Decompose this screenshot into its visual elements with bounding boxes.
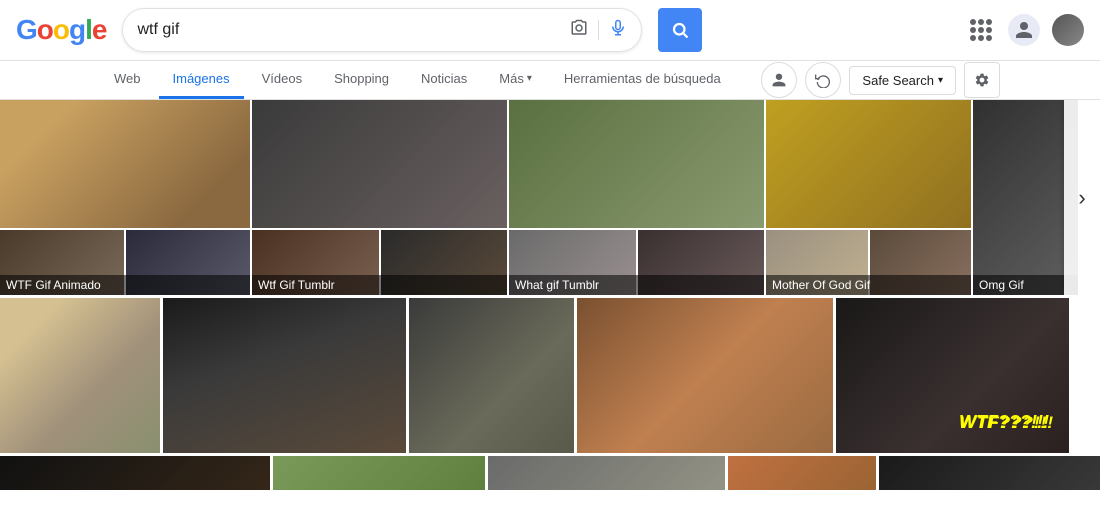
image-row-2: WTF???!!! bbox=[0, 295, 1100, 453]
chevron-right-icon: › bbox=[1078, 185, 1085, 211]
image-cell-wahlberg[interactable] bbox=[488, 456, 725, 490]
image-group-omg[interactable]: Omg Gif bbox=[973, 100, 1078, 295]
image-cell-wtf-text[interactable]: WTF???!!! bbox=[836, 298, 1069, 453]
group-label-wtf-tumblr: Wtf Gif Tumblr bbox=[252, 275, 507, 295]
group-label-wtf-animated: WTF Gif Animado bbox=[0, 275, 250, 295]
person-filter-button[interactable] bbox=[761, 62, 797, 98]
search-button-icon bbox=[671, 21, 689, 39]
camera-icon[interactable] bbox=[570, 19, 588, 42]
thumbnail-strip: WTF Gif Animado Wtf Gif Tumblr bbox=[0, 100, 1100, 295]
image-group-what-tumblr[interactable]: What gif Tumblr bbox=[509, 100, 764, 295]
image-cell-kanye[interactable] bbox=[0, 456, 270, 490]
tab-videos[interactable]: Vídeos bbox=[248, 61, 316, 99]
image-group-wtf-tumblr[interactable]: Wtf Gif Tumblr bbox=[252, 100, 507, 295]
avatar[interactable] bbox=[1052, 14, 1084, 46]
tab-mas[interactable]: Más▾ bbox=[485, 61, 546, 99]
image-group-mother-god[interactable]: Mother Of God Gif bbox=[766, 100, 971, 295]
avatar-image bbox=[1052, 14, 1084, 46]
next-arrow-button[interactable]: › bbox=[1064, 100, 1100, 295]
nav-tools: Safe Search ▾ bbox=[761, 62, 1000, 98]
group-label-mother-god: Mother Of God Gif bbox=[766, 275, 971, 295]
settings-button[interactable] bbox=[964, 62, 1000, 98]
tab-web[interactable]: Web bbox=[100, 61, 155, 99]
nav-tabs: Web Imágenes Vídeos Shopping Noticias Má… bbox=[0, 61, 1100, 100]
tab-shopping[interactable]: Shopping bbox=[320, 61, 403, 99]
apps-icon[interactable] bbox=[966, 15, 996, 45]
tab-herramientas[interactable]: Herramientas de búsqueda bbox=[550, 61, 735, 99]
image-area: WTF Gif Animado Wtf Gif Tumblr bbox=[0, 100, 1100, 490]
tab-imagenes[interactable]: Imágenes bbox=[159, 61, 244, 99]
group-label-omg: Omg Gif bbox=[973, 275, 1078, 295]
account-circle-icon[interactable] bbox=[1008, 14, 1040, 46]
google-logo: Google bbox=[16, 14, 106, 46]
tab-noticias[interactable]: Noticias bbox=[407, 61, 481, 99]
wtf-text-overlay: WTF???!!! bbox=[960, 413, 1054, 433]
image-cell-eastwood[interactable] bbox=[409, 298, 574, 453]
header: Google bbox=[0, 0, 1100, 61]
image-row-3 bbox=[0, 453, 1100, 490]
mic-icon[interactable] bbox=[609, 19, 627, 42]
image-cell-murtaugh[interactable] bbox=[728, 456, 876, 490]
safe-search-button[interactable]: Safe Search ▾ bbox=[849, 66, 956, 95]
divider bbox=[598, 20, 599, 40]
search-button[interactable] bbox=[658, 8, 702, 52]
search-bar bbox=[122, 8, 642, 52]
safe-search-label: Safe Search bbox=[862, 73, 934, 88]
search-icons bbox=[570, 19, 627, 42]
search-input[interactable] bbox=[137, 21, 562, 39]
chevron-down-icon: ▾ bbox=[938, 75, 943, 86]
header-right bbox=[966, 14, 1084, 46]
refresh-button[interactable] bbox=[805, 62, 841, 98]
image-group-wtf-animated[interactable]: WTF Gif Animado bbox=[0, 100, 250, 295]
image-cell-dark1[interactable] bbox=[163, 298, 406, 453]
image-cell-blond[interactable] bbox=[0, 298, 160, 453]
image-scroll: WTF Gif Animado Wtf Gif Tumblr bbox=[0, 100, 1100, 490]
image-cell-jack[interactable] bbox=[273, 456, 485, 490]
image-cell-rock[interactable] bbox=[577, 298, 833, 453]
group-label-what-tumblr: What gif Tumblr bbox=[509, 275, 764, 295]
image-cell-dark2[interactable] bbox=[879, 456, 1100, 490]
